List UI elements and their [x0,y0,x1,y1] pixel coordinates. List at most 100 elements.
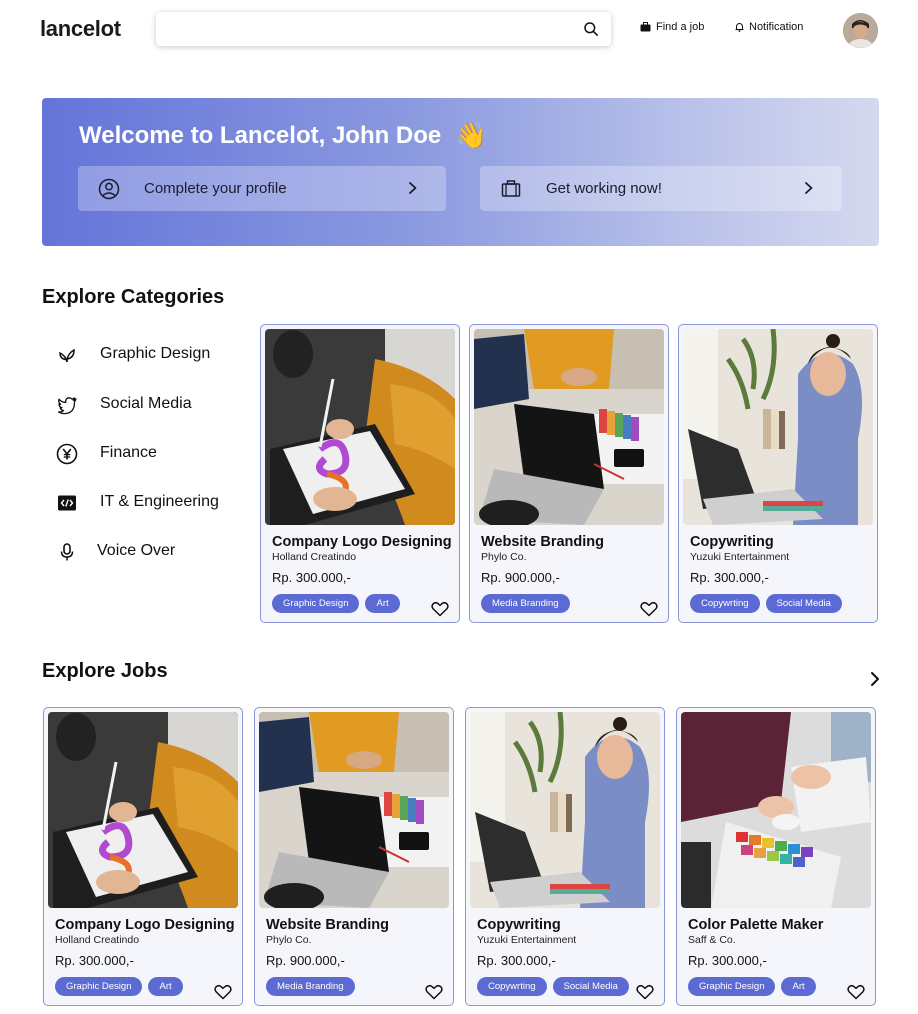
chevron-right-icon[interactable] [866,670,884,688]
welcome-text: Welcome to Lancelot, John Doe [79,121,442,149]
heart-icon[interactable] [425,984,443,1000]
category-label: IT & Engineering [100,493,219,510]
job-price: Rp. 300.000,- [690,570,769,585]
category-label: Social Media [100,395,192,412]
job-price: Rp. 900.000,- [481,570,560,585]
explore-jobs-title: Explore Jobs [42,660,168,682]
job-price: Rp. 300.000,- [688,953,767,968]
heart-icon[interactable] [847,984,865,1000]
chevron-right-icon [805,182,813,194]
category-item-social-media[interactable]: Social Media [56,394,192,416]
user-avatar[interactable] [843,13,878,48]
job-company: Yuzuki Entertainment [690,551,790,563]
job-title: Copywriting [477,917,561,933]
search-bar[interactable] [156,12,611,46]
tag-chip[interactable]: Graphic Design [55,977,143,996]
briefcase-icon [640,22,651,32]
yen-icon [56,443,78,465]
job-image-website-branding [474,329,664,525]
waving-hand-icon: 👋 [455,120,488,150]
tag-list: Copywrting Social Media [690,594,842,613]
tag-chip[interactable]: Media Branding [266,977,355,996]
job-image-color-palette [681,712,871,908]
avatar-portrait [843,13,878,48]
tag-list: Graphic Design Art [55,977,183,996]
job-title: Company Logo Designing [55,917,235,933]
logo-text: lancelot [40,16,121,41]
job-card[interactable]: Website Branding Phylo Co. Rp. 900.000,-… [254,707,454,1006]
get-working-label: Get working now! [546,180,662,197]
complete-profile-button[interactable]: Complete your profile [78,166,446,211]
bell-icon [735,23,744,32]
tag-list: Graphic Design Art [688,977,816,996]
job-title: Website Branding [481,534,604,550]
job-price: Rp. 300.000,- [272,570,351,585]
notification-label: Notification [749,21,804,33]
job-card[interactable]: Company Logo Designing Holland Creatindo… [260,324,460,623]
job-company: Holland Creatindo [55,934,140,946]
tag-chip[interactable]: Graphic Design [688,977,776,996]
explore-categories-title: Explore Categories [42,286,225,308]
search-icon[interactable] [583,21,599,37]
job-company: Phylo Co. [266,934,312,946]
job-card[interactable]: Copywriting Yuzuki Entertainment Rp. 300… [465,707,665,1006]
tag-chip[interactable]: Media Branding [481,594,570,613]
tag-chip[interactable]: Copywrting [477,977,547,996]
tag-chip[interactable]: Social Media [765,594,842,613]
app-logo[interactable]: lancelot [40,16,121,42]
twitter-icon [57,397,77,415]
microphone-icon [60,543,74,561]
job-image-website-branding [259,712,449,908]
find-job-label: Find a job [656,21,705,33]
code-icon [58,495,76,511]
job-title: Company Logo Designing [272,534,452,550]
job-price: Rp. 300.000,- [477,953,556,968]
get-working-button[interactable]: Get working now! [480,166,842,211]
heart-icon[interactable] [431,601,449,617]
job-image-logo-design [265,329,455,525]
category-item-it-engineering[interactable]: IT & Engineering [56,492,219,514]
welcome-title: Welcome to Lancelot, John Doe 👋 [79,120,488,151]
job-card[interactable]: Website Branding Phylo Co. Rp. 900.000,-… [469,324,669,623]
find-job-link[interactable]: Find a job [640,21,704,33]
category-item-voice-over[interactable]: Voice Over [56,541,175,563]
tag-list: Copywrting Social Media [477,977,629,996]
tag-list: Media Branding [266,977,355,996]
leaf-icon [59,348,75,363]
job-image-copywriting [683,329,873,525]
job-company: Phylo Co. [481,551,527,563]
job-price: Rp. 900.000,- [266,953,345,968]
tag-chip[interactable]: Art [781,977,816,996]
category-item-graphic-design[interactable]: Graphic Design [56,344,210,366]
job-company: Yuzuki Entertainment [477,934,577,946]
chevron-right-icon [409,182,417,194]
heart-icon[interactable] [214,984,232,1000]
job-card[interactable]: Copywriting Yuzuki Entertainment Rp. 300… [678,324,878,623]
tag-list: Media Branding [481,594,570,613]
job-card[interactable]: Company Logo Designing Holland Creatindo… [43,707,243,1006]
category-item-finance[interactable]: Finance [56,443,157,465]
job-image-logo-design [48,712,238,908]
job-company: Saff & Co. [688,934,736,946]
tag-list: Graphic Design Art [272,594,400,613]
heart-icon[interactable] [640,601,658,617]
category-label: Voice Over [97,542,176,559]
tag-chip[interactable]: Art [365,594,400,613]
welcome-banner: Welcome to Lancelot, John Doe 👋 Complete… [42,98,879,246]
search-input[interactable] [156,12,611,46]
category-label: Finance [100,444,157,461]
job-title: Color Palette Maker [688,917,824,933]
tag-chip[interactable]: Art [148,977,183,996]
job-image-copywriting [470,712,660,908]
job-price: Rp. 300.000,- [55,953,134,968]
tag-chip[interactable]: Copywrting [690,594,760,613]
job-card[interactable]: Color Palette Maker Saff & Co. Rp. 300.0… [676,707,876,1006]
category-label: Graphic Design [100,345,211,362]
tag-chip[interactable]: Graphic Design [272,594,360,613]
job-title: Website Branding [266,917,389,933]
tag-chip[interactable]: Social Media [552,977,629,996]
heart-icon[interactable] [636,984,654,1000]
job-title: Copywriting [690,534,774,550]
notification-link[interactable]: Notification [735,21,803,33]
briefcase-outline-icon [501,180,521,197]
